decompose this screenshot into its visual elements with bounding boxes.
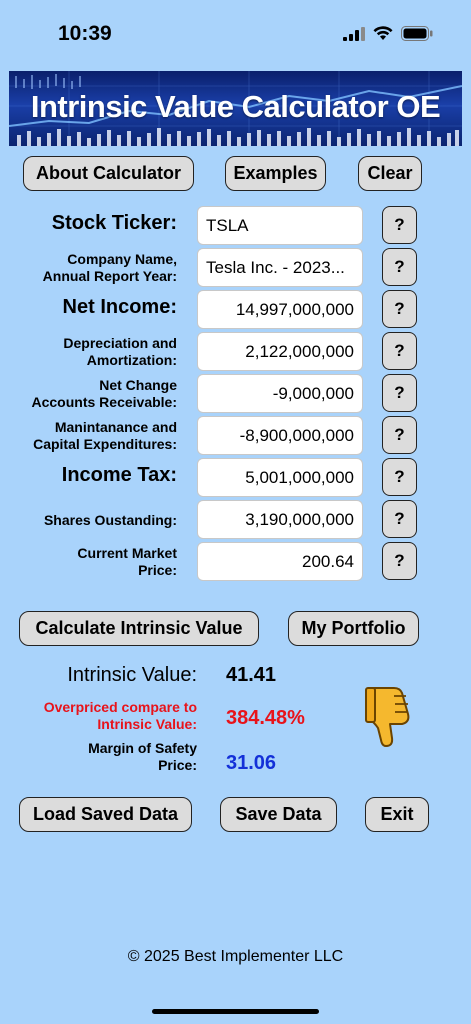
calculate-intrinsic-value-button[interactable]: Calculate Intrinsic Value xyxy=(19,611,259,646)
about-calculator-button[interactable]: About Calculator xyxy=(23,156,194,191)
shares-outstanding-label: Shares Oustanding: xyxy=(43,512,177,528)
load-saved-data-button[interactable]: Load Saved Data xyxy=(19,797,192,832)
margin-of-safety-result: 31.06 xyxy=(226,752,277,774)
thumbs-down-icon xyxy=(365,687,410,747)
net-income-label: Net Income: xyxy=(62,296,177,318)
income-tax-label: Income Tax: xyxy=(61,464,177,486)
company-name-help-button[interactable]: ? xyxy=(382,248,417,286)
exit-button[interactable]: Exit xyxy=(365,797,429,832)
stock-ticker-help-button[interactable]: ? xyxy=(382,206,417,244)
save-data-button[interactable]: Save Data xyxy=(220,797,337,832)
market-price-label: Current Market Price: xyxy=(77,545,177,578)
depreciation-input[interactable]: 2,122,000,000 xyxy=(197,332,363,371)
app-banner: Intrinsic Value Calculator OE xyxy=(9,71,462,146)
shares-outstanding-input[interactable]: 3,190,000,000 xyxy=(197,500,363,539)
net-income-help-button[interactable]: ? xyxy=(382,290,417,328)
accounts-receivable-input[interactable]: -9,000,000 xyxy=(197,374,363,413)
my-portfolio-button[interactable]: My Portfolio xyxy=(288,611,419,646)
app-title: Intrinsic Value Calculator OE xyxy=(30,89,441,124)
battery-icon xyxy=(401,26,433,41)
clear-button[interactable]: Clear xyxy=(358,156,422,191)
status-icons xyxy=(343,26,433,41)
income-tax-input[interactable]: 5,001,000,000 xyxy=(197,458,363,497)
overpriced-result: 384.48% xyxy=(226,707,305,729)
stock-ticker-input[interactable]: TSLA xyxy=(197,206,363,245)
market-price-input[interactable]: 200.64 xyxy=(197,542,363,581)
wifi-icon xyxy=(373,26,393,40)
copyright-footer: © 2025 Best Implementer LLC xyxy=(127,948,344,965)
company-name-input[interactable]: Tesla Inc. - 2023... xyxy=(197,248,363,287)
capex-label: Manintanance and Capital Expenditures: xyxy=(33,419,177,452)
net-income-input[interactable]: 14,997,000,000 xyxy=(197,290,363,329)
capex-input[interactable]: -8,900,000,000 xyxy=(197,416,363,455)
home-indicator[interactable] xyxy=(152,1009,319,1014)
market-price-help-button[interactable]: ? xyxy=(382,542,417,580)
accounts-receivable-label: Net Change Accounts Receivable: xyxy=(31,377,178,410)
status-time: 10:39 xyxy=(58,22,112,45)
accounts-receivable-help-button[interactable]: ? xyxy=(382,374,417,412)
margin-of-safety-label: Margin of Safety Price: xyxy=(88,740,197,773)
depreciation-help-button[interactable]: ? xyxy=(382,332,417,370)
intrinsic-value-result: 41.41 xyxy=(226,664,277,686)
examples-button[interactable]: Examples xyxy=(225,156,326,191)
depreciation-label: Depreciation and Amortization: xyxy=(63,335,177,368)
capex-help-button[interactable]: ? xyxy=(382,416,417,454)
stock-ticker-label: Stock Ticker: xyxy=(51,212,177,234)
income-tax-help-button[interactable]: ? xyxy=(382,458,417,496)
company-name-label: Company Name, Annual Report Year: xyxy=(42,251,177,284)
cellular-signal-icon xyxy=(343,26,365,41)
intrinsic-value-label: Intrinsic Value: xyxy=(67,664,197,686)
shares-outstanding-help-button[interactable]: ? xyxy=(382,500,417,538)
status-bar: 10:39 xyxy=(0,0,471,70)
overpriced-label: Overpriced compare to Intrinsic Value: xyxy=(43,699,197,732)
